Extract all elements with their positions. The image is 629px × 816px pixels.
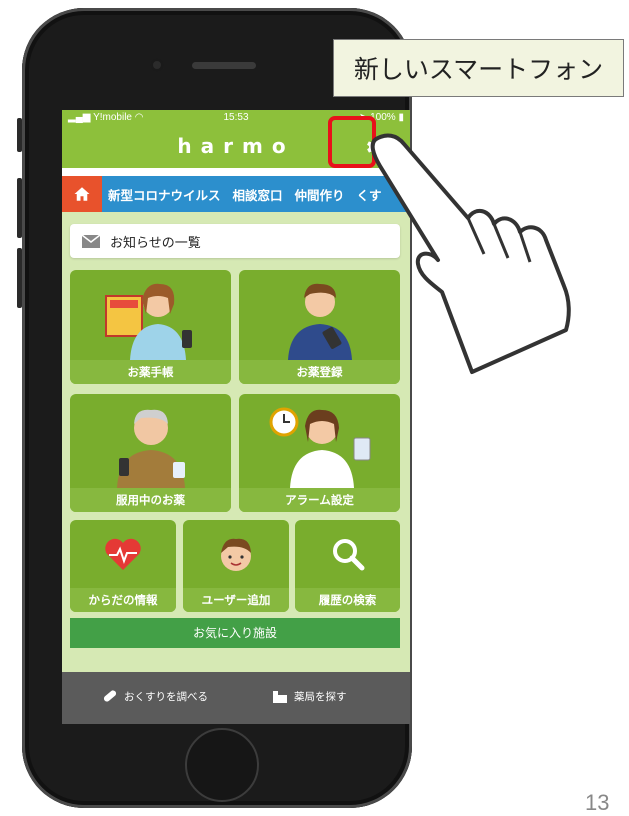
tile-alarm-settings[interactable]: アラーム設定 <box>239 394 400 512</box>
callout-label: 新しいスマートフォン <box>333 39 624 97</box>
favorite-facilities-button[interactable]: お気に入り施設 <box>70 618 400 648</box>
tab-corona[interactable]: 新型コロナウイルス <box>102 185 227 204</box>
pharmacist-clock-illustration <box>239 394 400 488</box>
magnifier-art <box>295 520 400 588</box>
page-number: 13 <box>585 790 610 815</box>
home-button[interactable] <box>185 728 259 802</box>
earpiece-speaker <box>192 62 256 69</box>
elderly-man-illustration <box>70 394 231 488</box>
heart-icon <box>105 538 141 570</box>
battery-icon: ▮ <box>398 112 404 123</box>
harmo-app: ▂▄▆ Y!mobile ◠ 15:53 ➤ 100% ▮ harmo 新型コロ… <box>62 110 410 724</box>
magnifier-icon <box>332 539 364 571</box>
tile-add-user[interactable]: ユーザー追加 <box>183 520 289 612</box>
tile-history-search[interactable]: 履歴の検索 <box>295 520 400 612</box>
bottom-nav: おくすりを調べる 薬局を探す <box>62 672 410 724</box>
volume-up-button <box>17 178 22 238</box>
tile-medicine-notebook[interactable]: お薬手帳 <box>70 270 231 384</box>
tile-label: からだの情報 <box>70 588 176 612</box>
tab-home[interactable] <box>62 176 102 212</box>
notice-label: お知らせの一覧 <box>110 235 201 251</box>
category-tabs: 新型コロナウイルス 相談窓口 仲間作り くす <box>62 176 410 212</box>
tile-label: ユーザー追加 <box>183 588 289 612</box>
volume-down-button <box>17 248 22 308</box>
find-pharmacy-button[interactable]: 薬局を探す <box>272 688 347 704</box>
tile-label: お薬手帳 <box>70 360 231 384</box>
child-face-art <box>183 520 289 588</box>
search-medicine-button[interactable]: おくすりを調べる <box>102 688 208 704</box>
tile-label: アラーム設定 <box>239 488 400 512</box>
front-camera <box>150 58 164 72</box>
pointing-hand-icon <box>370 133 571 374</box>
notice-list-button[interactable]: お知らせの一覧 <box>70 224 400 258</box>
main-content: お知らせの一覧 お薬手帳 お薬登録 服用中のお薬 アラーム設定 からだの情報 ユ… <box>62 212 410 672</box>
tile-current-medicine[interactable]: 服用中のお薬 <box>70 394 231 512</box>
mail-icon <box>82 234 100 248</box>
child-face-icon <box>221 538 251 571</box>
woman-notebook-illustration <box>70 270 231 360</box>
tile-body-info[interactable]: からだの情報 <box>70 520 176 612</box>
tile-label: 服用中のお薬 <box>70 488 231 512</box>
pharmacy-icon <box>273 691 287 703</box>
mute-switch <box>17 118 22 152</box>
tab-consultation[interactable]: 相談窓口 <box>227 185 289 204</box>
tab-community[interactable]: 仲間作り <box>289 185 351 204</box>
search-medicine-label: おくすりを調べる <box>124 690 208 703</box>
phone-screen: ▂▄▆ Y!mobile ◠ 15:53 ➤ 100% ▮ harmo 新型コロ… <box>62 110 410 724</box>
home-icon <box>74 187 90 201</box>
find-pharmacy-label: 薬局を探す <box>294 690 347 703</box>
heart-art <box>70 520 176 588</box>
capsule-icon <box>103 690 117 702</box>
tile-label: 履歴の検索 <box>295 588 400 612</box>
